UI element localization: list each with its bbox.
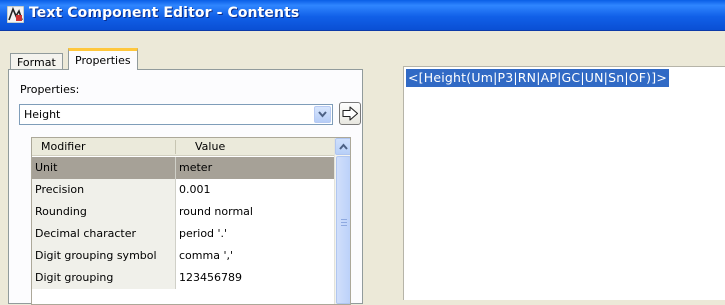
modifier-cell: Unit [32, 157, 176, 179]
table-row[interactable]: Digit grouping symbol comma ',' [32, 245, 334, 267]
column-header-value[interactable]: Value [195, 140, 225, 153]
grip-line [341, 222, 347, 223]
grid-rows: Unit meter Precision 0.001 Rounding roun… [32, 157, 334, 289]
insert-button[interactable] [339, 102, 361, 125]
grid-header: Modifier Value [32, 138, 334, 156]
tab-properties[interactable]: Properties [68, 48, 138, 70]
arrow-right-icon [342, 106, 359, 121]
grip-line [341, 219, 347, 220]
table-row[interactable]: Precision 0.001 [32, 179, 334, 201]
column-divider[interactable] [175, 140, 176, 154]
vertical-scrollbar[interactable] [334, 138, 350, 304]
chevron-down-icon [318, 111, 327, 118]
value-cell[interactable]: comma ',' [176, 245, 334, 267]
properties-pane: Format Properties Properties: Height Mod… [8, 46, 363, 305]
modifier-grid: Modifier Value Unit meter Precision 0.00… [31, 137, 351, 305]
modifier-cell: Decimal character [32, 223, 176, 245]
value-cell[interactable]: 0.001 [176, 179, 334, 201]
grip-line [341, 225, 347, 226]
value-cell[interactable]: period '.' [176, 223, 334, 245]
chevron-up-icon [339, 143, 348, 150]
expression-text[interactable]: <[Height(Um|P3|RN|AP|GC|UN|Sn|OF)]> [406, 69, 669, 87]
window-title: Text Component Editor - Contents [29, 5, 300, 21]
modifier-cell: Digit grouping [32, 267, 176, 289]
property-select[interactable]: Height [19, 104, 333, 125]
scroll-up-button[interactable] [335, 138, 350, 155]
properties-label: Properties: [20, 83, 80, 96]
modifier-cell: Digit grouping symbol [32, 245, 176, 267]
value-cell[interactable]: 123456789 [176, 267, 334, 289]
tab-panel-properties: Properties: Height Modifier Value Unit m… [8, 69, 363, 305]
table-row[interactable]: Decimal character period '.' [32, 223, 334, 245]
modifier-cell: Rounding [32, 201, 176, 223]
column-header-modifier[interactable]: Modifier [41, 140, 85, 153]
property-select-value: Height [24, 108, 61, 121]
expression-editor[interactable]: <[Height(Um|P3|RN|AP|GC|UN|Sn|OF)]> [403, 66, 725, 300]
dropdown-button[interactable] [314, 106, 331, 123]
modifier-cell: Precision [32, 179, 176, 201]
value-cell[interactable]: meter [176, 157, 334, 179]
table-row[interactable]: Unit meter [32, 157, 334, 179]
table-row[interactable]: Digit grouping 123456789 [32, 267, 334, 289]
title-bar[interactable]: Text Component Editor - Contents [0, 0, 725, 31]
table-row[interactable]: Rounding round normal [32, 201, 334, 223]
tab-format[interactable]: Format [10, 53, 63, 70]
editor-icon [6, 5, 25, 24]
value-cell[interactable]: round normal [176, 201, 334, 223]
scroll-thumb[interactable] [336, 156, 350, 304]
